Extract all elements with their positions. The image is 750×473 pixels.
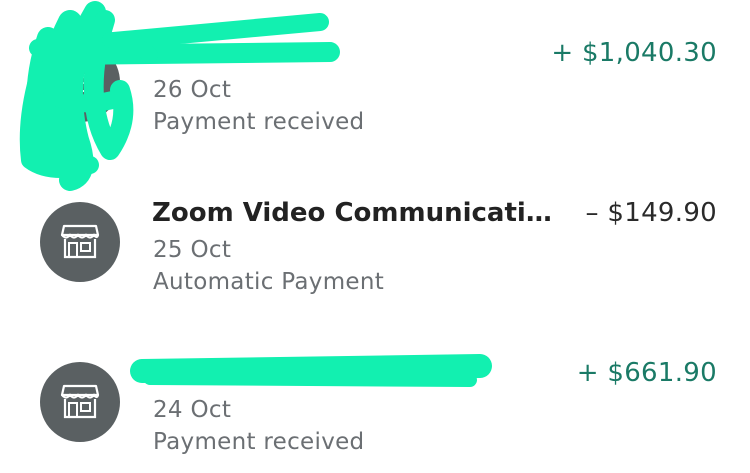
transaction-amount: + $661.90	[576, 358, 717, 388]
transaction-status: Payment received	[153, 109, 365, 135]
transaction-date: 26 Oct	[153, 77, 232, 103]
store-icon	[60, 64, 100, 99]
merchant-avatar	[40, 42, 120, 122]
transaction-row[interactable]: Zoom Video Communicatio… 25 Oct Automati…	[0, 160, 750, 310]
transaction-list: 26 Oct Payment received + $1,040.30 Zoom…	[0, 0, 750, 473]
merchant-avatar	[40, 202, 120, 282]
merchant-avatar	[40, 362, 120, 442]
store-icon	[60, 384, 100, 419]
transaction-row[interactable]: 26 Oct Payment received + $1,040.30	[0, 0, 750, 150]
transaction-date: 25 Oct	[153, 237, 232, 263]
transaction-status: Automatic Payment	[153, 269, 385, 295]
transaction-status: Payment received	[153, 429, 365, 455]
transaction-date: 24 Oct	[153, 397, 232, 423]
store-icon	[60, 224, 100, 259]
transaction-amount: – $149.90	[585, 198, 717, 228]
transaction-row[interactable]: 24 Oct Payment received + $661.90	[0, 320, 750, 470]
transaction-amount: + $1,040.30	[551, 38, 717, 68]
merchant-name: Zoom Video Communicatio…	[152, 198, 552, 228]
